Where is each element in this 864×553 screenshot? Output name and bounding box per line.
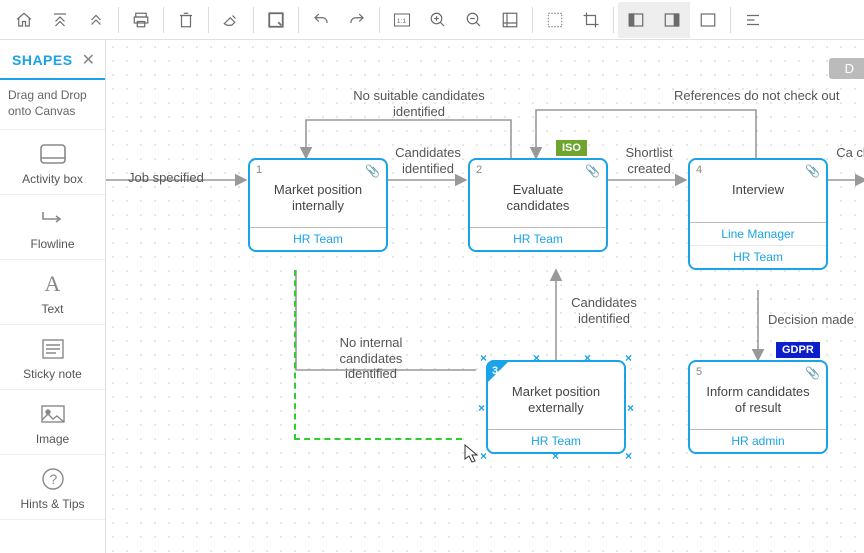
panel-left-icon[interactable] xyxy=(618,2,654,38)
toolbar-divider xyxy=(532,7,533,33)
resize-handle[interactable]: × xyxy=(480,352,487,364)
resize-handle[interactable]: × xyxy=(480,450,487,462)
shape-label: Image xyxy=(36,432,69,446)
svg-text:1:1: 1:1 xyxy=(397,18,407,25)
activity-role: HR admin xyxy=(690,430,826,452)
shape-sticky-note[interactable]: Sticky note xyxy=(0,325,105,390)
activity-number: 1 xyxy=(256,164,262,176)
shapes-sidebar: SHAPES ✕ Drag and Drop onto Canvas Activ… xyxy=(0,40,106,553)
activity-box-2[interactable]: 2 📎 Evaluate candidates HR Team xyxy=(468,158,608,252)
shape-hints-tips[interactable]: ? Hints & Tips xyxy=(0,455,105,520)
activity-number: 3 xyxy=(492,365,498,377)
shape-label: Sticky note xyxy=(23,367,82,381)
zoom-fit-icon[interactable] xyxy=(492,2,528,38)
attachment-icon[interactable]: 📎 xyxy=(805,366,820,380)
print-icon[interactable] xyxy=(123,2,159,38)
edge-label: No suitable candidates identified xyxy=(334,88,504,119)
sidebar-hint: Drag and Drop onto Canvas xyxy=(0,80,105,130)
zoom-in-icon[interactable] xyxy=(420,2,456,38)
canvas[interactable]: D Job specifie xyxy=(106,40,864,553)
grid-icon[interactable] xyxy=(537,2,573,38)
edge-label: Job specified xyxy=(128,170,204,186)
shape-image[interactable]: Image xyxy=(0,390,105,455)
activity-role: Line Manager xyxy=(690,223,826,245)
flowline-drag-segment xyxy=(294,438,462,440)
image-icon xyxy=(40,400,66,428)
iso-badge: ISO xyxy=(556,140,587,156)
resize-handle[interactable]: × xyxy=(625,352,632,364)
eraser-icon[interactable] xyxy=(213,2,249,38)
panel-full-icon[interactable] xyxy=(690,2,726,38)
toolbar-divider xyxy=(379,7,380,33)
edge-label: Decision made xyxy=(768,312,854,328)
activity-box-1[interactable]: 1 📎 Market position internally HR Team xyxy=(248,158,388,252)
panel-right-icon[interactable] xyxy=(654,2,690,38)
q-tool-icon[interactable] xyxy=(258,2,294,38)
activity-box-3[interactable]: 3 Market position externally HR Team × ×… xyxy=(486,360,626,454)
shape-flowline[interactable]: Flowline xyxy=(0,195,105,260)
align-icon[interactable] xyxy=(735,2,771,38)
resize-handle[interactable]: × xyxy=(533,352,540,364)
toolbar-divider xyxy=(118,7,119,33)
toolbar-divider xyxy=(613,7,614,33)
toolbar-divider xyxy=(163,7,164,33)
edge-label: Ca cl xyxy=(836,145,864,161)
sidebar-title: SHAPES xyxy=(12,52,73,68)
right-tab-label[interactable]: D xyxy=(829,58,864,79)
attachment-icon[interactable]: 📎 xyxy=(805,164,820,178)
shape-label: Text xyxy=(41,302,63,316)
toolbar-divider xyxy=(730,7,731,33)
home-icon[interactable] xyxy=(6,2,42,38)
resize-handle[interactable]: × xyxy=(478,402,485,414)
svg-text:?: ? xyxy=(49,471,57,487)
shape-label: Hints & Tips xyxy=(20,497,84,511)
sticky-note-icon xyxy=(41,335,65,363)
undo-icon[interactable] xyxy=(303,2,339,38)
sidebar-header: SHAPES ✕ xyxy=(0,40,105,80)
zoom-out-icon[interactable] xyxy=(456,2,492,38)
toolbar-divider xyxy=(253,7,254,33)
help-icon: ? xyxy=(41,465,65,493)
resize-handle[interactable]: × xyxy=(584,352,591,364)
gdpr-badge: GDPR xyxy=(776,342,820,358)
edge-label: References do not check out xyxy=(674,88,840,104)
flowline-drag-segment xyxy=(294,270,296,440)
edge-label: No internal candidates identified xyxy=(326,335,416,382)
trash-icon[interactable] xyxy=(168,2,204,38)
scroll-up-icon[interactable] xyxy=(78,2,114,38)
text-icon: A xyxy=(45,270,61,298)
edge-label: Shortlist created xyxy=(614,145,684,176)
activity-number: 2 xyxy=(476,164,482,176)
flowline-icon xyxy=(39,205,67,233)
resize-handle[interactable]: × xyxy=(625,450,632,462)
scroll-top-icon[interactable] xyxy=(42,2,78,38)
close-icon[interactable]: ✕ xyxy=(82,50,95,70)
edge-label: Candidates identified xyxy=(388,145,468,176)
toolbar: 1:1 xyxy=(0,0,864,40)
activity-role: HR Team xyxy=(470,228,606,250)
activity-role: HR Team xyxy=(250,228,386,250)
shape-text[interactable]: A Text xyxy=(0,260,105,325)
toolbar-divider xyxy=(298,7,299,33)
crop-icon[interactable] xyxy=(573,2,609,38)
toolbar-divider xyxy=(208,7,209,33)
shape-label: Activity box xyxy=(22,172,83,186)
attachment-icon[interactable]: 📎 xyxy=(585,164,600,178)
shape-activity-box[interactable]: Activity box xyxy=(0,130,105,195)
activity-box-4[interactable]: 4 📎 Interview Line Manager HR Team xyxy=(688,158,828,270)
activity-box-5[interactable]: 5 📎 Inform candidates of result HR admin xyxy=(688,360,828,454)
zoom-11-icon[interactable]: 1:1 xyxy=(384,2,420,38)
shape-label: Flowline xyxy=(30,237,74,251)
activity-number: 4 xyxy=(696,164,702,176)
attachment-icon[interactable]: 📎 xyxy=(365,164,380,178)
activity-number: 5 xyxy=(696,366,702,378)
redo-icon[interactable] xyxy=(339,2,375,38)
resize-handle[interactable]: × xyxy=(552,450,559,462)
edge-label: Candidates identified xyxy=(564,295,644,326)
cursor-icon xyxy=(464,444,480,464)
activity-box-icon xyxy=(39,140,67,168)
activity-role: HR Team xyxy=(690,245,826,268)
resize-handle[interactable]: × xyxy=(627,402,634,414)
